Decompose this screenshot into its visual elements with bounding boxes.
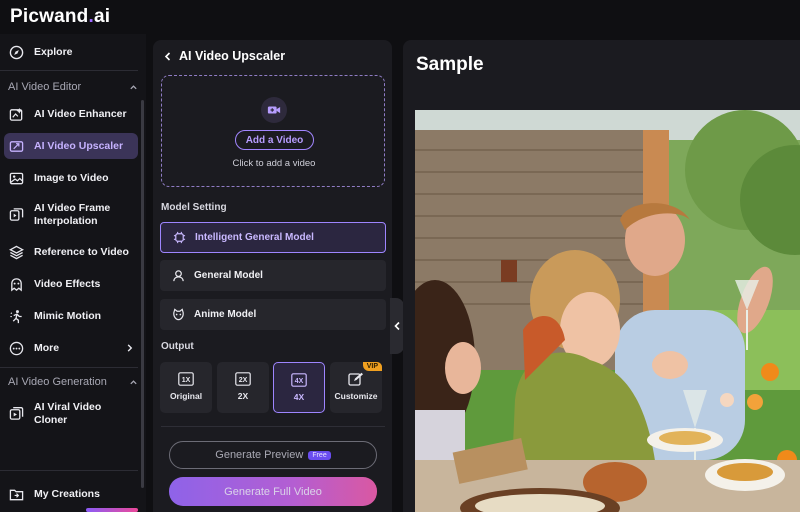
sample-preview-area: Sample — [403, 40, 800, 512]
video-add-icon — [261, 97, 287, 123]
sidebar-item-explore[interactable]: Explore — [4, 39, 138, 65]
sidebar-item-ai-video-upscaler[interactable]: AI Video Upscaler — [4, 133, 138, 159]
sidebar-item-label: My Creations — [34, 487, 100, 500]
logo-text: Picwand — [10, 6, 89, 27]
output-label-text: Original — [169, 391, 203, 401]
section-ai-video-editor[interactable]: AI Video Editor — [8, 78, 138, 96]
output-option-4x[interactable]: 4X 4X — [273, 362, 325, 413]
upscaler-panel: AI Video Upscaler Add a Video Click to a… — [153, 40, 392, 512]
model-option-anime[interactable]: Anime Model — [160, 299, 386, 330]
sidebar-item-reference-to-video[interactable]: Reference to Video — [4, 239, 138, 265]
compass-icon — [8, 44, 24, 60]
sample-photo — [415, 110, 800, 512]
sidebar-item-mimic-motion[interactable]: Mimic Motion — [4, 303, 138, 329]
output-label-text: 4X — [293, 392, 305, 402]
sidebar-divider — [0, 367, 138, 368]
enhance-icon — [8, 106, 24, 122]
output-option-2x[interactable]: 2X 2X — [217, 362, 269, 413]
more-icon — [8, 340, 24, 356]
clone-icon — [8, 405, 24, 421]
scale-badge: 2X — [239, 377, 248, 384]
model-label: General Model — [194, 270, 263, 281]
sidebar-divider — [0, 470, 138, 471]
section-label: AI Video Editor — [8, 81, 82, 93]
sample-image — [415, 110, 800, 512]
sidebar-item-label: AI Video Frame Interpolation — [34, 202, 111, 227]
sidebar-scrollbar[interactable] — [141, 100, 144, 488]
sidebar: Explore AI Video Editor AI Video Enhance… — [0, 34, 146, 512]
upload-hint: Click to add a video — [232, 158, 316, 169]
chevron-left-icon — [394, 321, 400, 331]
sidebar-item-more[interactable]: More — [4, 335, 138, 361]
panel-header[interactable]: AI Video Upscaler — [163, 49, 285, 63]
generate-preview-button[interactable]: Generate Preview Free — [169, 441, 377, 469]
anime-face-icon — [171, 308, 185, 322]
sidebar-item-label: AI Video Upscaler — [34, 139, 124, 152]
sidebar-item-label: Video Effects — [34, 277, 101, 290]
image-icon — [8, 170, 24, 186]
chevron-up-icon — [130, 84, 137, 89]
effects-icon — [8, 276, 24, 292]
folder-icon — [8, 486, 24, 502]
frame-icon — [8, 206, 24, 222]
generate-full-video-button[interactable]: Generate Full Video — [169, 477, 377, 506]
video-dropzone[interactable]: Add a Video Click to add a video — [161, 75, 385, 187]
sidebar-item-label: More — [34, 341, 60, 354]
sidebar-item-my-creations[interactable]: My Creations — [4, 481, 138, 507]
sidebar-item-ai-video-frame-interpolation[interactable]: AI Video Frame Interpolation — [4, 197, 138, 235]
top-bar: Picwand.ai — [0, 0, 800, 34]
scale-badge: 4X — [295, 378, 304, 385]
output-option-customize[interactable]: VIP Customize — [330, 362, 382, 413]
output-option-original[interactable]: 1X Original — [160, 362, 212, 413]
generate-preview-label: Generate Preview — [215, 449, 304, 461]
model-label: Anime Model — [194, 309, 257, 320]
collapse-panel-button[interactable] — [390, 298, 404, 354]
sidebar-item-label: Image to Video — [34, 171, 109, 184]
model-label: Intelligent General Model — [195, 232, 314, 243]
sidebar-item-image-to-video[interactable]: Image to Video — [4, 165, 138, 191]
model-setting-label: Model Setting — [161, 202, 227, 213]
app-logo[interactable]: Picwand.ai — [10, 6, 110, 28]
scale-1x-icon: 1X — [178, 372, 194, 386]
vip-badge: VIP — [362, 362, 382, 371]
model-option-intelligent-general[interactable]: Intelligent General Model — [160, 222, 386, 253]
sidebar-item-label: Reference to Video — [34, 245, 129, 258]
sidebar-item-label: AI Video Enhancer — [34, 107, 127, 120]
scale-4x-icon: 4X — [291, 373, 307, 387]
sidebar-item-ai-video-enhancer[interactable]: AI Video Enhancer — [4, 101, 138, 127]
section-ai-video-generation[interactable]: AI Video Generation — [8, 373, 138, 391]
output-label: Output — [161, 341, 194, 352]
scale-2x-icon: 2X — [235, 372, 251, 386]
layers-icon — [8, 244, 24, 260]
promo-bar — [86, 508, 138, 512]
model-option-general[interactable]: General Model — [160, 260, 386, 291]
chip-icon — [172, 231, 186, 245]
sample-title: Sample — [416, 54, 484, 75]
logo-ai: ai — [93, 6, 111, 27]
back-arrow-icon[interactable] — [163, 51, 173, 62]
add-video-button[interactable]: Add a Video — [235, 130, 314, 150]
panel-divider — [161, 426, 385, 427]
sidebar-item-label: AI Viral Video Cloner — [34, 401, 102, 426]
sidebar-item-label: Mimic Motion — [34, 309, 102, 322]
panel-title: AI Video Upscaler — [179, 49, 286, 63]
output-label-text: 2X — [237, 391, 249, 401]
sidebar-item-label: Explore — [34, 45, 73, 58]
sidebar-divider — [0, 70, 138, 71]
output-label-text: Customize — [334, 391, 378, 401]
section-label: AI Video Generation — [8, 376, 107, 388]
upscale-icon — [8, 138, 24, 154]
scale-badge: 1X — [182, 377, 191, 384]
chevron-right-icon — [127, 344, 133, 352]
motion-icon — [8, 308, 24, 324]
person-icon — [171, 269, 185, 283]
sidebar-item-ai-viral-video-cloner[interactable]: AI Viral Video Cloner — [4, 396, 138, 434]
chevron-up-icon — [130, 379, 137, 384]
free-badge: Free — [308, 450, 331, 460]
sidebar-item-video-effects[interactable]: Video Effects — [4, 271, 138, 297]
edit-icon — [348, 372, 363, 386]
